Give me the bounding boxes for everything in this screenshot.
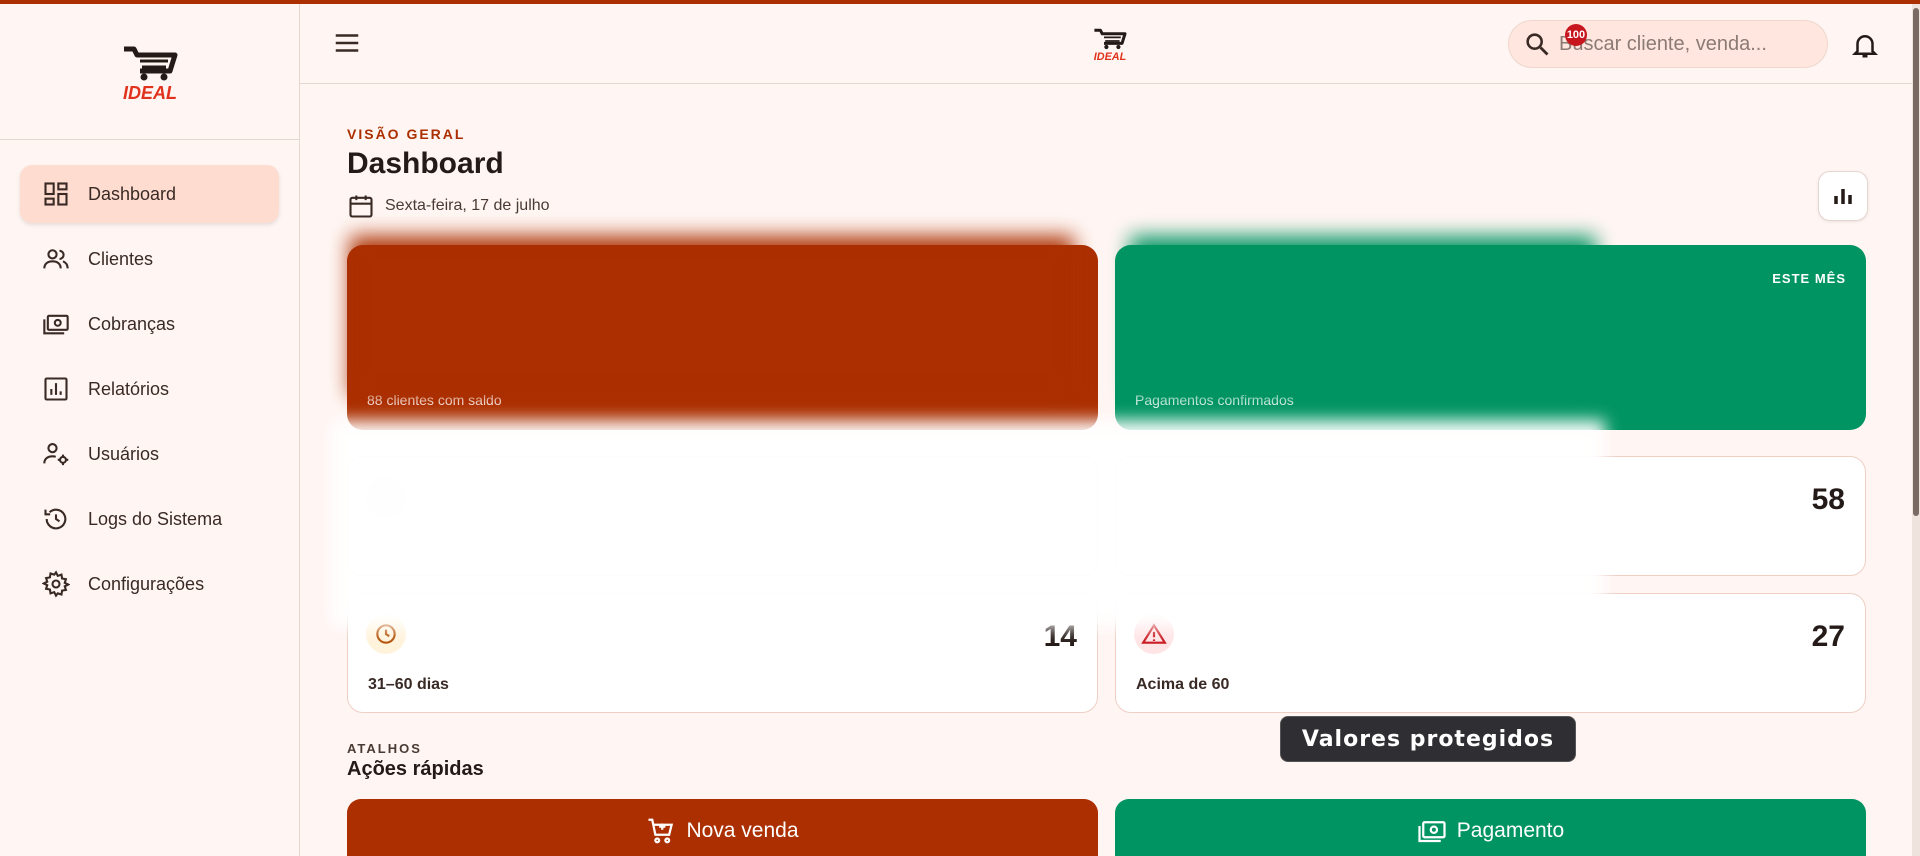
privacy-toast: Valores protegidos: [1280, 716, 1576, 762]
page-title: Dashboard: [347, 147, 504, 180]
bar-chart-icon: [1834, 189, 1852, 204]
stat-label: 31–60 dias: [368, 676, 449, 693]
sidebar-item-clientes[interactable]: Clientes: [20, 230, 279, 288]
quick-actions-title: Ações rápidas: [347, 758, 484, 780]
user-settings-icon: [43, 443, 69, 466]
section-eyebrow: VISÃO GERAL: [347, 126, 466, 142]
stat-value: 27: [1811, 620, 1845, 653]
header-logo-icon[interactable]: IDEAL: [1086, 24, 1134, 64]
cart-logo-icon: IDEAL: [123, 46, 177, 103]
privacy-blur-overlay: [1130, 236, 1596, 396]
hamburger-menu-icon[interactable]: [332, 28, 362, 58]
page-scrollbar[interactable]: [1912, 4, 1920, 856]
search-icon: [1526, 33, 1549, 56]
privacy-blur-overlay: [350, 236, 1074, 396]
sidebar-item-dashboard[interactable]: Dashboard: [20, 165, 279, 223]
dashboard-icon: [44, 182, 68, 206]
sidebar: IDEAL Dashboard Clientes Cobranças Relat…: [0, 4, 300, 856]
date-text: Sexta-feira, 17 de julho: [385, 197, 550, 214]
scrollbar-thumb[interactable]: [1913, 8, 1919, 516]
bell-icon[interactable]: [1850, 30, 1880, 60]
stat-value: 58: [1811, 483, 1845, 516]
new-sale-button[interactable]: Nova venda: [347, 799, 1098, 856]
sidebar-item-label: Cobranças: [88, 313, 176, 334]
sidebar-item-relatorios[interactable]: Relatórios: [20, 360, 279, 418]
sidebar-item-label: Logs do Sistema: [88, 508, 223, 529]
logo-text: IDEAL: [123, 83, 177, 103]
sidebar-item-cobrancas[interactable]: Cobranças: [20, 295, 279, 353]
sidebar-item-label: Configurações: [88, 573, 205, 594]
sidebar-item-usuarios[interactable]: Usuários: [20, 425, 279, 483]
chart-toggle-button[interactable]: [1818, 171, 1868, 221]
report-icon: [44, 377, 68, 401]
period-badge: ESTE MÊS: [1772, 271, 1846, 286]
notification-badge: 100: [1565, 24, 1587, 46]
sidebar-item-label: Dashboard: [88, 183, 177, 204]
gear-icon: [42, 570, 70, 598]
sidebar-nav: Dashboard Clientes Cobranças Relatórios …: [0, 140, 299, 613]
sidebar-item-configuracoes[interactable]: Configurações: [20, 555, 279, 613]
logo-text: IDEAL: [1094, 51, 1126, 63]
sidebar-item-label: Clientes: [88, 248, 154, 269]
sidebar-item-logs[interactable]: Logs do Sistema: [20, 490, 279, 548]
top-header: IDEAL: [300, 4, 1914, 84]
sidebar-logo[interactable]: IDEAL: [0, 4, 299, 140]
payment-label: Pagamento: [1456, 819, 1565, 842]
search-box[interactable]: [1508, 20, 1828, 68]
sidebar-item-label: Usuários: [88, 443, 160, 464]
cart-add-icon: [648, 818, 674, 844]
sidebar-item-label: Relatórios: [88, 378, 170, 399]
payment-button[interactable]: Pagamento: [1115, 799, 1866, 856]
calendar-icon: [349, 195, 373, 218]
shortcuts-eyebrow: ATALHOS: [347, 741, 422, 756]
new-sale-label: Nova venda: [686, 819, 799, 842]
money-icon: [1418, 821, 1446, 843]
users-icon: [43, 249, 69, 269]
money-icon: [43, 314, 69, 335]
privacy-blur-overlay: [330, 420, 1605, 628]
search-input[interactable]: [1559, 32, 1799, 56]
stat-label: Acima de 60: [1136, 676, 1230, 693]
history-icon: [44, 508, 67, 530]
date-display: Sexta-feira, 17 de julho: [347, 192, 550, 220]
